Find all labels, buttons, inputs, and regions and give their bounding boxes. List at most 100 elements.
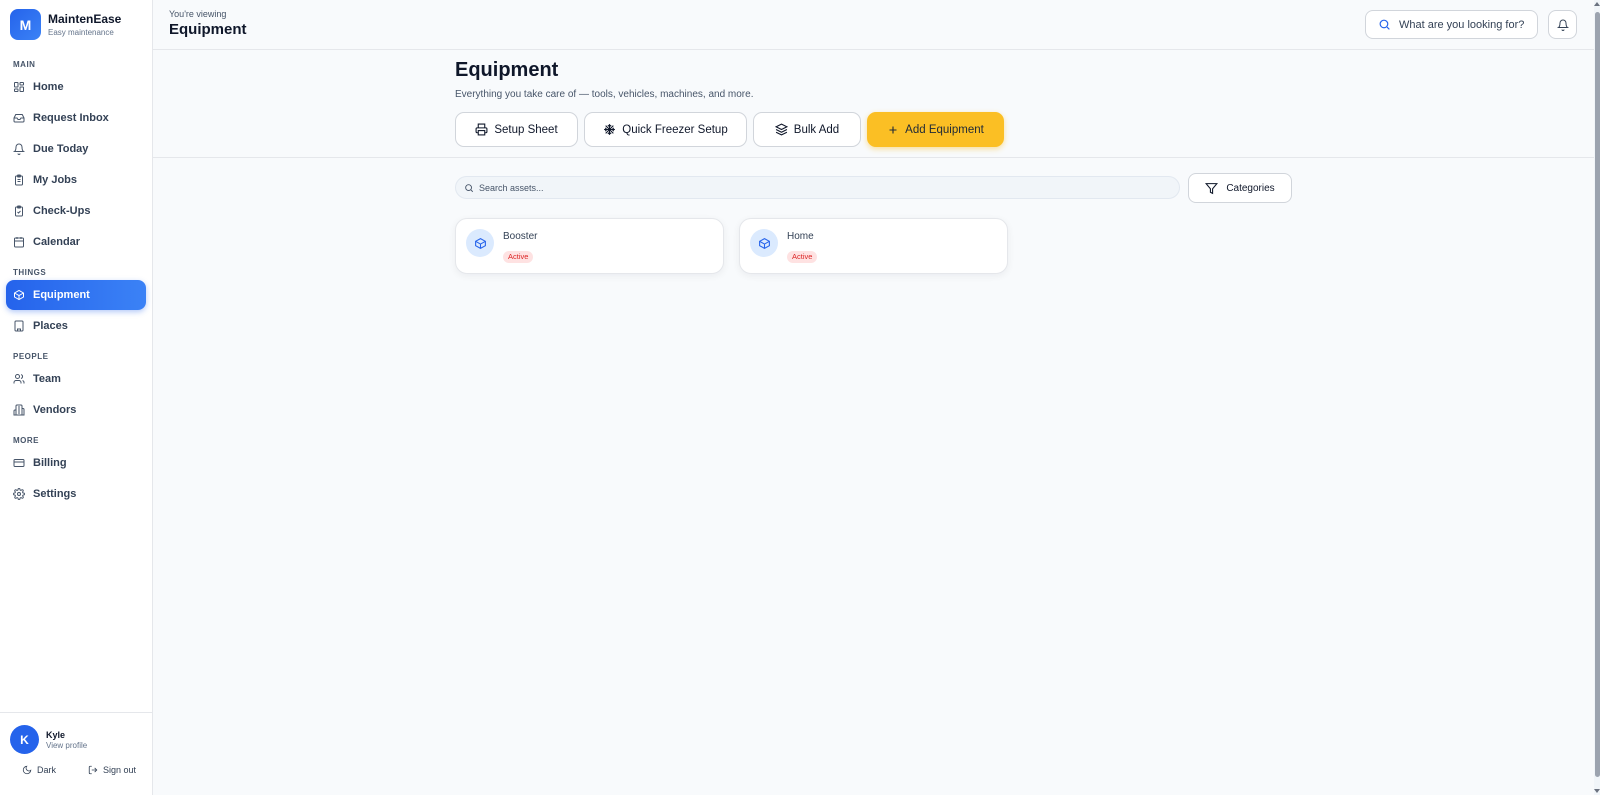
- viewing-label: You're viewing: [169, 9, 227, 19]
- asset-card[interactable]: Home Active: [739, 218, 1008, 274]
- section-label-more: MORE: [13, 436, 39, 445]
- sidebar-item-label: Billing: [33, 457, 67, 469]
- dark-mode-label: Dark: [37, 765, 57, 775]
- sidebar-item-label: My Jobs: [33, 174, 78, 186]
- sidebar-item-label: Places: [33, 320, 68, 332]
- brand-name: MaintenEase: [48, 11, 122, 26]
- bell-icon: [13, 143, 25, 155]
- inbox-icon: [13, 114, 25, 123]
- asset-name: Home: [787, 231, 814, 242]
- asset-search-input[interactable]: Search assets...: [455, 176, 1180, 199]
- sidebar-item-label: Due Today: [33, 143, 89, 155]
- profile-name: Kyle: [46, 729, 66, 740]
- asset-icon: [466, 229, 494, 257]
- page-scrollbar[interactable]: [1594, 0, 1600, 795]
- sidebar-item-home[interactable]: Home: [6, 72, 146, 102]
- quick-freezer-setup-label: Quick Freezer Setup: [622, 123, 728, 136]
- scroll-up-arrow-icon[interactable]: [1594, 2, 1600, 6]
- sidebar-item-label: Equipment: [33, 289, 90, 301]
- sidebar-footer: K Kyle View profile Dark Sign out: [0, 712, 152, 795]
- buildings-icon: [13, 404, 25, 416]
- layers-icon: [774, 123, 788, 136]
- filter-icon: [1205, 182, 1219, 194]
- dashboard-icon: [14, 82, 24, 92]
- global-search-input[interactable]: What are you looking for?: [1365, 10, 1538, 39]
- sidebar-item-equipment[interactable]: Equipment: [6, 280, 146, 310]
- sidebar-item-label: Calendar: [33, 236, 81, 248]
- box-icon: [14, 289, 24, 301]
- scrollbar-thumb[interactable]: [1595, 12, 1600, 777]
- page-header: Equipment Everything you take care of — …: [153, 50, 1594, 158]
- page-title: Equipment: [455, 59, 559, 81]
- page-subtitle: Everything you take care of — tools, veh…: [455, 89, 754, 100]
- sidebar-item-billing[interactable]: Billing: [6, 448, 146, 478]
- add-equipment-button[interactable]: Add Equipment: [867, 112, 1004, 147]
- calendar-icon: [14, 237, 24, 248]
- sidebar-item-label: Home: [33, 81, 64, 93]
- dark-mode-button[interactable]: Dark: [22, 765, 56, 775]
- sign-out-label: Sign out: [102, 765, 136, 775]
- sidebar-item-due-today[interactable]: Due Today: [6, 134, 146, 164]
- sidebar-item-calendar[interactable]: Calendar: [6, 227, 146, 257]
- clipboard-list-icon: [15, 174, 23, 186]
- scroll-down-arrow-icon[interactable]: [1594, 789, 1600, 793]
- sidebar-item-check-ups[interactable]: Check-Ups: [6, 196, 146, 226]
- setup-sheet-button[interactable]: Setup Sheet: [455, 112, 578, 147]
- sidebar: M MaintenEase Easy maintenance MAIN Home…: [0, 0, 153, 795]
- brand-logo: M: [10, 9, 41, 40]
- view-profile-link[interactable]: View profile: [46, 741, 87, 750]
- top-bar: You're viewing Equipment What are you lo…: [153, 0, 1594, 50]
- clipboard-check-icon: [15, 205, 23, 217]
- sidebar-item-label: Check-Ups: [33, 205, 91, 217]
- credit-card-icon: [13, 459, 25, 467]
- sidebar-item-places[interactable]: Places: [6, 311, 146, 341]
- printer-icon: [475, 123, 488, 136]
- brand[interactable]: M MaintenEase Easy maintenance: [0, 0, 152, 49]
- status-badge: Active: [787, 251, 818, 263]
- box-icon: [474, 237, 486, 249]
- sign-out-button[interactable]: Sign out: [88, 765, 136, 775]
- snowflake-icon: [604, 124, 616, 135]
- search-icon: [1379, 19, 1390, 30]
- bulk-add-button[interactable]: Bulk Add: [753, 112, 861, 147]
- sidebar-item-label: Team: [33, 373, 61, 385]
- plus-icon: [889, 126, 897, 133]
- page-actions: Setup Sheet Quick Freezer Setup Bulk Add…: [455, 112, 1010, 147]
- categories-label: Categories: [1226, 182, 1275, 194]
- bulk-add-label: Bulk Add: [793, 123, 840, 136]
- sidebar-item-label: Request Inbox: [33, 112, 109, 124]
- users-icon: [13, 374, 25, 384]
- status-badge: Active: [503, 251, 534, 263]
- viewing-title: Equipment: [169, 21, 247, 38]
- quick-freezer-setup-button[interactable]: Quick Freezer Setup: [584, 112, 747, 147]
- box-icon: [758, 237, 770, 249]
- section-label-people: PEOPLE: [13, 352, 49, 361]
- sidebar-item-vendors[interactable]: Vendors: [6, 395, 146, 425]
- gear-icon: [13, 488, 25, 500]
- sidebar-item-request-inbox[interactable]: Request Inbox: [6, 103, 146, 133]
- sidebar-item-label: Settings: [33, 488, 77, 500]
- setup-sheet-label: Setup Sheet: [494, 123, 558, 136]
- search-icon: [465, 183, 474, 192]
- logout-icon: [88, 765, 98, 775]
- profile-link[interactable]: K Kyle View profile: [0, 713, 152, 754]
- sidebar-item-label: Vendors: [33, 404, 77, 416]
- asset-name: Booster: [503, 231, 538, 242]
- asset-search-placeholder: Search assets...: [479, 182, 544, 193]
- add-equipment-label: Add Equipment: [905, 123, 984, 136]
- avatar: K: [10, 725, 39, 754]
- notifications-button[interactable]: [1548, 10, 1577, 39]
- asset-icon: [750, 229, 778, 257]
- building-icon: [14, 320, 24, 332]
- sidebar-item-team[interactable]: Team: [6, 364, 146, 394]
- brand-tagline: Easy maintenance: [48, 27, 114, 37]
- sidebar-item-my-jobs[interactable]: My Jobs: [6, 165, 146, 195]
- global-search-placeholder: What are you looking for?: [1399, 18, 1525, 31]
- section-label-main: MAIN: [13, 60, 36, 69]
- moon-icon: [22, 765, 32, 775]
- sidebar-item-settings[interactable]: Settings: [6, 479, 146, 509]
- asset-card[interactable]: Booster Active: [455, 218, 724, 274]
- categories-filter-button[interactable]: Categories: [1188, 173, 1292, 203]
- section-label-things: THINGS: [13, 268, 47, 277]
- bell-icon: [1556, 19, 1569, 31]
